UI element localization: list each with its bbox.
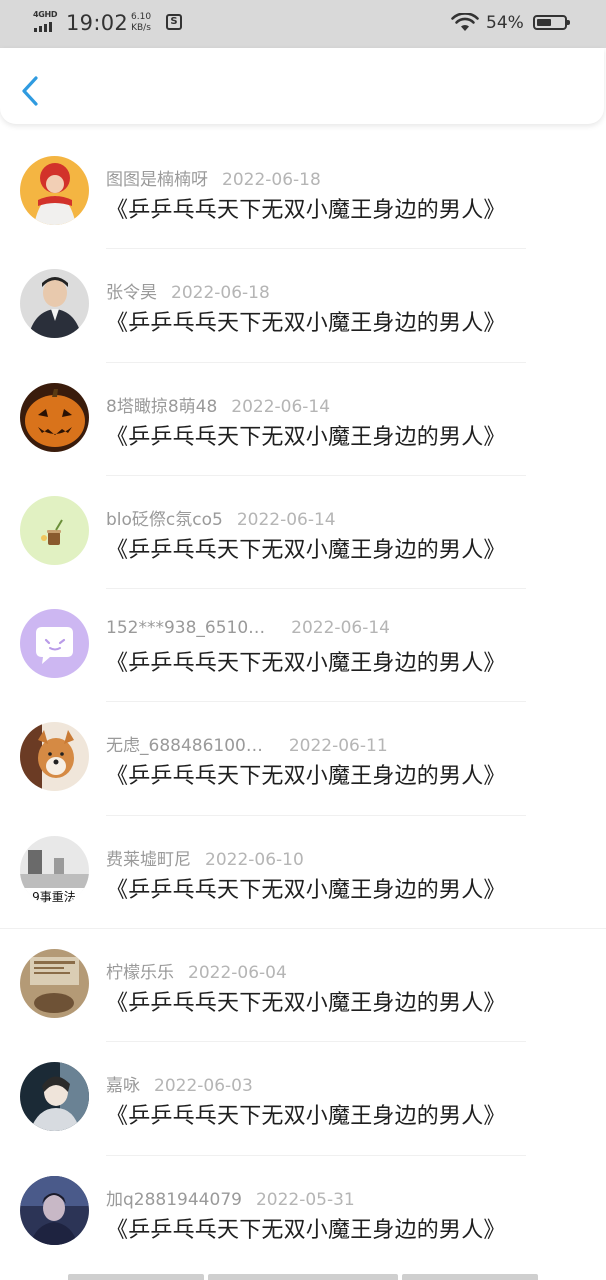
cellular-signal-icon: 4GHD	[33, 10, 61, 36]
item-date: 2022-06-11	[288, 736, 388, 757]
username: 费莱墟町尼	[106, 849, 191, 870]
item-title[interactable]: 《乒乒乓乓天下无双小魔王身边的男人》	[106, 985, 506, 1017]
item-date: 2022-06-18	[171, 283, 270, 304]
username: blo砭傺c氛co5	[106, 509, 223, 530]
username: 柠檬乐乐	[106, 963, 174, 984]
avatar[interactable]	[20, 1175, 89, 1245]
list-item[interactable]: blo砭傺c氛co5 2022-06-14 《乒乒乓乓天下无双小魔王身边的男人》	[0, 476, 606, 590]
avatar[interactable]: 9事重法	[20, 835, 89, 905]
item-date: 2022-06-03	[154, 1076, 253, 1097]
item-meta: 加q2881944079 2022-05-31	[106, 1185, 355, 1210]
status-bar: 4GHD 19:02 6.10 KB/s S 54%	[0, 0, 606, 48]
item-title[interactable]: 《乒乒乓乓天下无双小魔王身边的男人》	[106, 872, 506, 904]
speed-value: 6.10	[131, 12, 152, 22]
username: 152***938_6510…	[106, 618, 266, 639]
item-title[interactable]: 《乒乒乓乓天下无双小魔王身边的男人》	[106, 192, 506, 224]
avatar[interactable]	[20, 156, 89, 225]
item-title[interactable]: 《乒乒乓乓天下无双小魔王身边的男人》	[106, 1212, 506, 1244]
item-date: 2022-06-14	[236, 509, 336, 530]
item-title[interactable]: 《乒乒乓乓天下无双小魔王身边的男人》	[106, 645, 506, 677]
item-date: 2022-06-18	[222, 170, 321, 190]
item-meta: 无虑_688486100… 2022-06-11	[106, 731, 388, 756]
record-list: 图图是楠楠呀 2022-06-18 《乒乒乓乓天下无双小魔王身边的男人》 张令昊 2…	[0, 136, 606, 1269]
username: 无虑_688486100…	[106, 736, 263, 757]
app-notification-icon: S	[166, 14, 182, 30]
list-item[interactable]: 张令昊 2022-06-18 《乒乒乓乓天下无双小魔王身边的男人》	[0, 249, 606, 363]
top-nav-bar	[0, 48, 604, 124]
item-date: 2022-06-04	[188, 963, 287, 984]
avatar[interactable]	[20, 269, 89, 339]
chevron-left-icon	[22, 76, 38, 106]
item-meta: blo砭傺c氛co5 2022-06-14	[106, 505, 336, 530]
item-title[interactable]: 《乒乒乓乓天下无双小魔王身边的男人》	[106, 305, 506, 337]
item-meta: 图图是楠楠呀 2022-06-18	[106, 165, 321, 190]
list-item[interactable]: 嘉咏 2022-06-03 《乒乒乓乓天下无双小魔王身边的男人》	[0, 1042, 606, 1156]
item-title[interactable]: 《乒乒乓乓天下无双小魔王身边的男人》	[106, 758, 506, 790]
avatar[interactable]	[20, 949, 89, 1019]
item-date: 2022-06-14	[231, 396, 331, 417]
network-type: 4GHD	[33, 10, 58, 19]
list-item[interactable]: 8塔瞰掠8萌48 2022-06-14 《乒乒乓乓天下无双小魔王身边的男人》	[0, 363, 606, 476]
battery-percent: 54%	[486, 13, 524, 33]
battery-icon	[533, 15, 570, 30]
avatar[interactable]	[20, 382, 89, 452]
username: 张令昊	[106, 283, 157, 304]
username: 嘉咏	[106, 1076, 140, 1097]
status-time: 19:02	[66, 11, 129, 35]
back-button[interactable]	[16, 74, 46, 108]
item-title[interactable]: 《乒乒乓乓天下无双小魔王身边的男人》	[106, 532, 506, 564]
list-item[interactable]: 柠檬乐乐 2022-06-04 《乒乒乓乓天下无双小魔王身边的男人》	[0, 929, 606, 1043]
wifi-icon	[451, 13, 479, 31]
item-meta: 张令昊 2022-06-18	[106, 278, 270, 303]
item-meta: 费莱墟町尼 2022-06-10	[106, 845, 304, 870]
username: 加q2881944079	[106, 1189, 242, 1210]
list-item[interactable]: 加q2881944079 2022-05-31 《乒乒乓乓天下无双小魔王身边的男人…	[0, 1156, 606, 1269]
item-meta: 嘉咏 2022-06-03	[106, 1071, 253, 1096]
avatar[interactable]	[20, 722, 89, 792]
avatar[interactable]	[20, 495, 89, 565]
list-item[interactable]: 图图是楠楠呀 2022-06-18 《乒乒乓乓天下无双小魔王身边的男人》	[0, 136, 606, 250]
network-speed: 6.10 KB/s	[131, 12, 151, 34]
item-title[interactable]: 《乒乒乓乓天下无双小魔王身边的男人》	[106, 419, 506, 451]
list-item[interactable]: 无虑_688486100… 2022-06-11 《乒乒乓乓天下无双小魔王身边的男…	[0, 702, 606, 816]
list-item[interactable]: 9事重法 费莱墟町尼 2022-06-10 《乒乒乓乓天下无双小魔王身边的男人》	[0, 816, 606, 930]
speed-unit: KB/s	[131, 23, 151, 33]
item-date: 2022-06-14	[291, 618, 390, 639]
username: 8塔瞰掠8萌48	[106, 396, 218, 417]
username: 图图是楠楠呀	[106, 170, 208, 190]
item-date: 2022-06-10	[205, 849, 304, 870]
item-meta: 152***938_6510… 2022-06-14	[106, 618, 390, 638]
item-title[interactable]: 《乒乒乓乓天下无双小魔王身边的男人》	[106, 1098, 506, 1130]
bottom-tab-hint	[68, 1274, 538, 1280]
item-meta: 8塔瞰掠8萌48 2022-06-14	[106, 392, 330, 417]
avatar[interactable]	[20, 609, 89, 679]
item-date: 2022-05-31	[255, 1189, 355, 1210]
avatar[interactable]	[20, 1062, 89, 1132]
item-meta: 柠檬乐乐 2022-06-04	[106, 958, 287, 983]
avatar-caption: 9事重法	[32, 890, 76, 904]
list-item[interactable]: 152***938_6510… 2022-06-14 《乒乒乓乓天下无双小魔王身边…	[0, 589, 606, 703]
